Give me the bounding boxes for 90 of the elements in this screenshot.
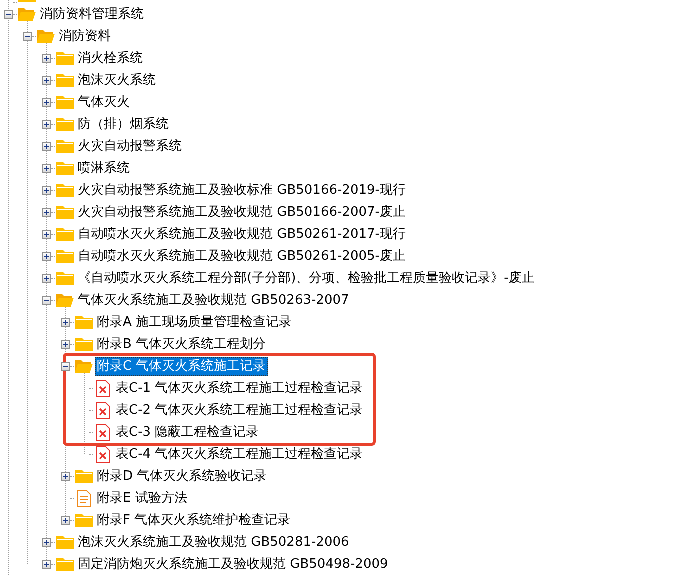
tree-item[interactable]: 表C-1 气体灭火系统工程施工过程检查记录 [114,378,366,398]
tree-item[interactable]: 泡沫灭火系统施工及验收规范 GB50281-2006 [76,532,352,552]
expand-button[interactable] [61,516,70,524]
tree-item[interactable]: 自动喷水灭火系统施工及验收规范 GB50261-2005-废止 [76,246,408,266]
expand-button[interactable] [42,120,51,128]
plus-icon [43,186,50,194]
tree-item[interactable]: 消防资料管理系统 [38,4,146,24]
plus-icon [62,318,69,326]
folder-icon [56,204,74,220]
tree-item[interactable]: 《自动喷水灭火系统工程分部(子分部)、分项、检验批工程质量验收记录》-废止 [76,268,537,288]
tree-item[interactable]: 附录B 气体灭火系统工程划分 [95,334,268,354]
expand-button[interactable] [42,274,51,282]
open-folder-icon [75,358,93,374]
expand-button[interactable] [42,76,51,84]
plus-icon [43,120,50,128]
tree-item[interactable]: 附录F 气体灭火系统维护检查记录 [95,510,293,530]
tree-item[interactable]: 气体灭火系统施工及验收规范 GB50263-2007 [76,290,352,310]
plus-icon [62,516,69,524]
folder-icon [56,116,74,132]
collapse-button[interactable] [42,296,51,304]
tree-item[interactable]: 固定消防炮灭火系统施工及验收规范 GB50498-2009 [76,554,390,574]
expand-button[interactable] [42,208,51,216]
plus-icon [43,164,50,172]
tree-item[interactable]: 火灾自动报警系统 [76,136,184,156]
open-folder-icon [18,6,36,22]
expand-button[interactable] [42,560,51,568]
document-x-icon [96,380,110,396]
folder-icon [56,72,74,88]
tree-item[interactable]: 表C-4 气体灭火系统工程施工过程检查记录 [114,444,366,464]
folder-icon [56,534,74,550]
tree-item[interactable]: 消火栓系统 [76,48,145,68]
folder-icon [56,556,74,572]
folder-icon [56,182,74,198]
expand-button[interactable] [42,252,51,260]
plus-icon [43,208,50,216]
collapse-button[interactable] [4,10,13,18]
open-folder-icon [37,28,55,44]
folder-icon [75,512,93,528]
expand-button[interactable] [61,318,70,326]
tree-item[interactable]: 附录A 施工现场质量管理检查记录 [95,312,294,332]
expand-button[interactable] [42,230,51,238]
tree-item[interactable]: 防（排）烟系统 [76,114,171,134]
tree-item[interactable]: 自动喷水灭火系统施工及验收规范 GB50261-2017-现行 [76,224,408,244]
collapse-button[interactable] [61,362,70,370]
folder-icon [75,468,93,484]
tree-item[interactable]: 喷淋系统 [76,158,132,178]
plus-icon [43,54,50,62]
tree-item[interactable]: 表C-3 隐蔽工程检查记录 [114,422,262,442]
expand-button[interactable] [42,538,51,546]
folder-icon [56,270,74,286]
folder-icon [56,138,74,154]
tree-item[interactable]: 表C-2 气体灭火系统工程施工过程检查记录 [114,400,366,420]
plus-icon [62,340,69,348]
tree-item[interactable]: 消防资料 [57,26,113,46]
folder-icon [56,94,74,110]
document-x-icon [96,446,110,462]
tree-item[interactable]: 泡沫灭火系统 [76,70,158,90]
folder-icon [75,314,93,330]
document-icon [77,490,91,506]
tree-item[interactable]: 火灾自动报警系统施工及验收规范 GB50166-2007-废止 [76,202,408,222]
tree-item[interactable]: 附录D 气体灭火系统验收记录 [95,466,270,486]
expand-button[interactable] [42,164,51,172]
folder-icon [56,50,74,66]
expand-button[interactable] [61,340,70,348]
tree-item[interactable]: 附录C 气体灭火系统施工记录 [95,356,268,376]
collapse-button[interactable] [23,32,32,40]
expand-button[interactable] [42,54,51,62]
tree-item[interactable]: 附录E 试验方法 [95,488,190,508]
plus-icon [62,472,69,480]
document-x-icon [96,424,110,440]
plus-icon [43,560,50,568]
plus-icon [43,538,50,546]
expand-button[interactable] [42,142,51,150]
folder-icon [56,160,74,176]
expand-button[interactable] [42,186,51,194]
plus-icon [43,274,50,282]
document-x-icon [96,402,110,418]
plus-icon [43,98,50,106]
tree-item[interactable]: 气体灭火 [76,92,132,112]
expand-button[interactable] [61,472,70,480]
plus-icon [43,76,50,84]
plus-icon [43,142,50,150]
expand-button[interactable] [42,98,51,106]
open-folder-icon [56,292,74,308]
folder-icon [56,226,74,242]
folder-icon [56,248,74,264]
plus-icon [43,230,50,238]
tree-item[interactable]: 火灾自动报警系统施工及验收标准 GB50166-2019-现行 [76,180,408,200]
plus-icon [43,252,50,260]
folder-icon [75,336,93,352]
